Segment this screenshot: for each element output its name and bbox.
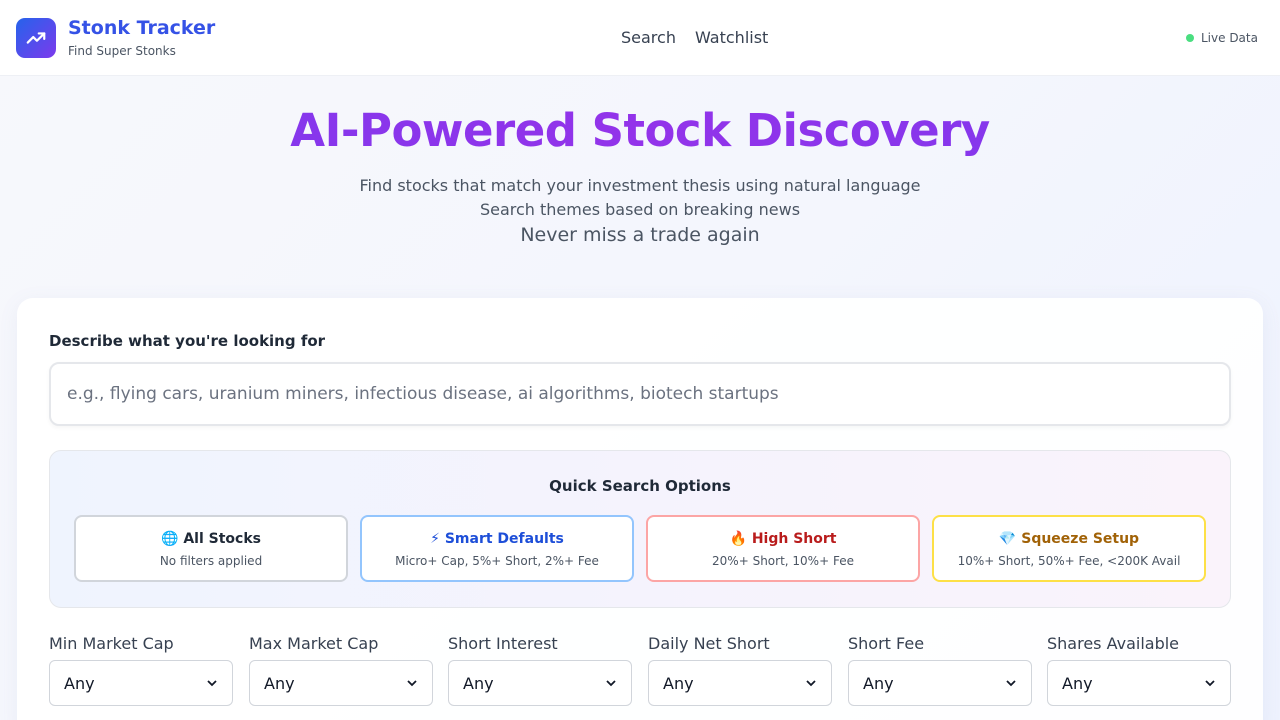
- quick-option-sub: 10%+ Short, 50%+ Fee, <200K Avail: [957, 554, 1181, 568]
- filter-label-short-interest: Short Interest: [448, 634, 558, 653]
- live-data-label: Live Data: [1201, 31, 1258, 45]
- chevron-down-icon: [806, 680, 816, 687]
- trending-up-icon[interactable]: [16, 18, 56, 58]
- hero-line-1: Find stocks that match your investment t…: [359, 176, 921, 195]
- short-fee-select[interactable]: Any: [848, 660, 1032, 706]
- hero-line-3: Never miss a trade again: [520, 224, 760, 246]
- filter-label-min-market-cap: Min Market Cap: [49, 634, 174, 653]
- chevron-down-icon: [207, 680, 217, 687]
- quick-option-title: 🔥 High Short: [648, 531, 918, 547]
- filter-label-daily-net-short: Daily Net Short: [648, 634, 770, 653]
- search-label: Describe what you're looking for: [49, 332, 326, 350]
- fire-icon: 🔥: [729, 531, 747, 547]
- select-value: Any: [64, 673, 95, 693]
- lightning-icon: ⚡: [430, 531, 440, 547]
- top-header: Stonk Tracker Find Super Stonks Search W…: [0, 0, 1280, 76]
- live-data-indicator: Live Data: [1186, 30, 1258, 46]
- chevron-down-icon: [1006, 680, 1016, 687]
- quick-option-title: 🌐 All Stocks: [76, 531, 346, 547]
- quick-option-sub: 20%+ Short, 10%+ Fee: [712, 554, 854, 568]
- hero-line-2: Search themes based on breaking news: [479, 200, 801, 219]
- select-value: Any: [863, 673, 894, 693]
- quick-squeeze-setup-button[interactable]: 💎 Squeeze Setup 10%+ Short, 50%+ Fee, <2…: [932, 515, 1206, 582]
- hero-title: AI-Powered Stock Discovery: [0, 104, 1280, 157]
- quick-option-label: All Stocks: [183, 531, 261, 547]
- gem-icon: 💎: [998, 531, 1017, 547]
- brand-subtitle: Find Super Stonks: [68, 44, 176, 58]
- quick-option-label: Squeeze Setup: [1021, 531, 1140, 547]
- select-value: Any: [264, 673, 295, 693]
- select-value: Any: [1062, 673, 1093, 693]
- brand-title[interactable]: Stonk Tracker: [68, 17, 215, 39]
- chevron-down-icon: [606, 680, 616, 687]
- nav-watchlist[interactable]: Watchlist: [695, 28, 768, 47]
- max-market-cap-select[interactable]: Any: [249, 660, 433, 706]
- quick-option-label: High Short: [751, 531, 837, 547]
- quick-option-sub: Micro+ Cap, 5%+ Short, 2%+ Fee: [395, 554, 599, 568]
- chevron-down-icon: [407, 680, 417, 687]
- quick-option-label: Smart Defaults: [444, 531, 564, 547]
- search-input[interactable]: [49, 362, 1231, 426]
- min-market-cap-select[interactable]: Any: [49, 660, 233, 706]
- quick-option-title: ⚡ Smart Defaults: [362, 531, 632, 547]
- quick-smart-defaults-button[interactable]: ⚡ Smart Defaults Micro+ Cap, 5%+ Short, …: [360, 515, 634, 582]
- select-value: Any: [663, 673, 694, 693]
- quick-option-title: 💎 Squeeze Setup: [934, 531, 1204, 547]
- quick-high-short-button[interactable]: 🔥 High Short 20%+ Short, 10%+ Fee: [646, 515, 920, 582]
- daily-net-short-select[interactable]: Any: [648, 660, 832, 706]
- filter-label-shares-available: Shares Available: [1047, 634, 1180, 653]
- globe-icon: 🌐: [161, 531, 179, 547]
- shares-available-select[interactable]: Any: [1047, 660, 1231, 706]
- status-dot-icon: [1186, 34, 1194, 42]
- filter-label-max-market-cap: Max Market Cap: [249, 634, 379, 653]
- chevron-down-icon: [1205, 680, 1215, 687]
- short-interest-select[interactable]: Any: [448, 660, 632, 706]
- quick-all-stocks-button[interactable]: 🌐 All Stocks No filters applied: [74, 515, 348, 582]
- filter-label-short-fee: Short Fee: [848, 634, 925, 653]
- nav-search[interactable]: Search: [621, 28, 676, 47]
- quick-search-title: Quick Search Options: [549, 477, 731, 495]
- select-value: Any: [463, 673, 494, 693]
- quick-option-sub: No filters applied: [159, 554, 263, 568]
